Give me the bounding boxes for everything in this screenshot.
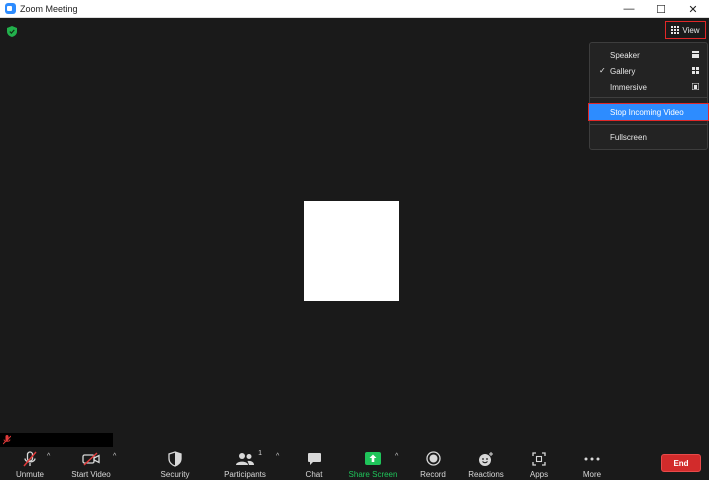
menu-item-immersive[interactable]: Immersive: [590, 79, 707, 95]
menu-item-label: Gallery: [610, 66, 636, 76]
menu-item-label: Immersive: [610, 82, 647, 92]
menu-item-fullscreen[interactable]: Fullscreen: [590, 129, 707, 145]
start-video-label: Start Video: [71, 470, 111, 479]
menu-item-stop-incoming-video[interactable]: Stop Incoming Video: [588, 103, 709, 121]
apps-button[interactable]: Apps: [526, 447, 552, 480]
share-screen-arrow-icon: [365, 452, 381, 465]
apps-label: Apps: [529, 470, 549, 479]
menu-item-gallery[interactable]: ✓ Gallery: [590, 63, 707, 79]
encryption-shield-icon[interactable]: [7, 26, 17, 37]
security-shield-icon: [168, 450, 182, 467]
start-video-button[interactable]: Start Video: [69, 447, 113, 480]
view-dropdown-menu: Speaker ✓ Gallery Immersive Stop Incomin…: [588, 42, 709, 150]
reactions-button[interactable]: Reactions: [467, 447, 505, 480]
participants-count: 1: [258, 450, 262, 457]
reactions-label: Reactions: [468, 470, 504, 479]
muted-mic-icon: [3, 435, 11, 445]
record-button[interactable]: Record: [418, 447, 448, 480]
window-controls: — ☐ ✕: [613, 0, 709, 18]
apps-icon: [532, 451, 546, 466]
participants-icon: [236, 452, 254, 465]
record-icon: [425, 451, 441, 466]
minimize-button[interactable]: —: [613, 0, 645, 18]
menu-item-label: Stop Incoming Video: [610, 107, 684, 117]
self-name-tag: [0, 433, 113, 447]
title-bar: Zoom Meeting — ☐ ✕: [0, 0, 709, 18]
chat-button[interactable]: Chat: [302, 447, 326, 480]
share-screen-button[interactable]: Share Screen: [348, 447, 398, 480]
meeting-toolbar: Unmute ^ Start Video ^ Security 1 Partic…: [0, 447, 709, 480]
participant-video-tile[interactable]: [304, 201, 399, 301]
unmute-label: Unmute: [15, 470, 44, 479]
video-off-icon: [82, 451, 100, 466]
audio-options-caret-icon[interactable]: ^: [47, 453, 50, 460]
view-button[interactable]: View: [665, 21, 706, 39]
unmute-button[interactable]: Unmute: [12, 447, 48, 480]
share-screen-label: Share Screen: [348, 470, 398, 479]
view-button-label: View: [682, 25, 700, 35]
more-label: More: [582, 470, 602, 479]
record-label: Record: [420, 470, 446, 479]
end-meeting-button[interactable]: End: [661, 454, 701, 472]
menu-item-speaker[interactable]: Speaker: [590, 47, 707, 63]
participants-label: Participants: [224, 470, 266, 479]
more-dots-icon: [584, 457, 600, 460]
gallery-layout-icon: [692, 67, 699, 74]
window-title: Zoom Meeting: [20, 3, 78, 14]
grid-icon: [671, 26, 680, 34]
checkmark-icon: ✓: [599, 66, 606, 75]
more-button[interactable]: More: [578, 447, 606, 480]
video-options-caret-icon[interactable]: ^: [113, 453, 116, 460]
menu-divider: [590, 124, 707, 125]
zoom-logo-icon: [5, 3, 16, 14]
menu-item-label: Speaker: [610, 50, 640, 60]
share-options-caret-icon[interactable]: ^: [395, 453, 398, 460]
menu-divider: [590, 97, 707, 98]
menu-item-label: Fullscreen: [610, 132, 647, 142]
maximize-button[interactable]: ☐: [645, 0, 677, 18]
security-label: Security: [160, 470, 190, 479]
speaker-layout-icon: [692, 51, 699, 58]
muted-microphone-icon: [23, 450, 37, 466]
close-button[interactable]: ✕: [677, 0, 709, 18]
chat-bubble-icon: [307, 452, 321, 465]
immersive-layout-icon: [692, 83, 699, 90]
participants-button[interactable]: 1 Participants: [222, 447, 268, 480]
chat-label: Chat: [305, 470, 323, 479]
security-button[interactable]: Security: [158, 447, 192, 480]
reactions-smiley-icon: [479, 451, 493, 466]
participants-options-caret-icon[interactable]: ^: [276, 453, 279, 460]
zoom-window: Zoom Meeting — ☐ ✕ View Speaker ✓ Galler…: [0, 0, 709, 480]
